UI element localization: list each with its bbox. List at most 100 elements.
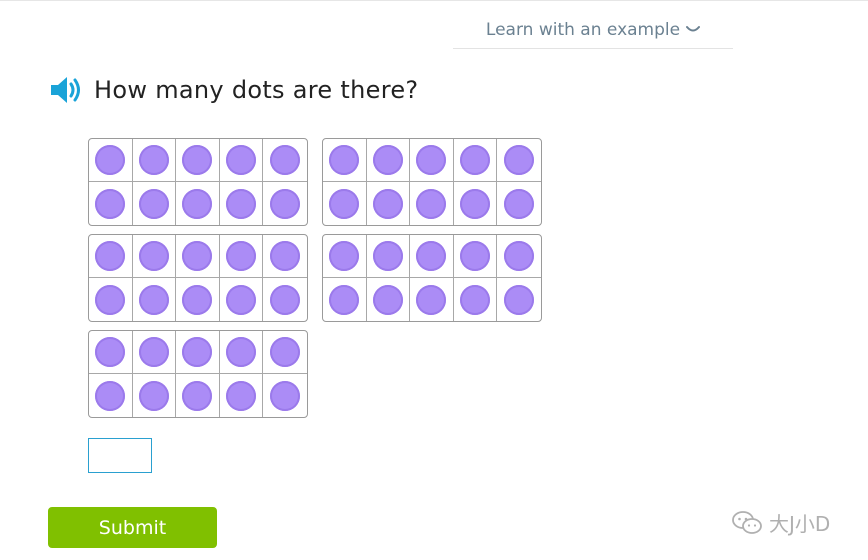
purple-dot: [416, 145, 447, 175]
ten-frame-cell: [263, 235, 307, 278]
ten-frame-cell: [497, 235, 541, 278]
ten-frame-cell: [367, 278, 411, 321]
purple-dot: [226, 188, 257, 219]
ten-frame-cell: [132, 331, 177, 374]
purple-dot: [372, 241, 403, 271]
purple-dot: [138, 380, 169, 411]
ten-frame-cell: [133, 374, 177, 417]
ten-frame-cell: [366, 139, 411, 182]
answer-input[interactable]: [88, 438, 152, 473]
purple-dot: [95, 284, 126, 315]
purple-dot: [182, 188, 213, 219]
purple-dot: [329, 284, 360, 315]
purple-dot: [138, 188, 169, 219]
purple-dot: [372, 188, 403, 219]
speaker-icon[interactable]: [48, 72, 84, 108]
ten-frame-grid: [89, 235, 307, 321]
ten-frame-cell: [323, 235, 367, 278]
purple-dot: [270, 145, 301, 175]
purple-dot: [504, 284, 535, 315]
ten-frame-cell: [89, 331, 133, 374]
purple-dot: [182, 337, 213, 367]
purple-dot: [226, 284, 257, 315]
ten-frame-cell: [453, 139, 498, 182]
ten-frame-cell: [263, 331, 307, 374]
page: Learn with an example How many dots are …: [0, 0, 868, 560]
purple-dot: [329, 241, 360, 271]
ten-frame-cell: [176, 278, 220, 321]
ten-frame-cell: [263, 374, 307, 417]
ten-frame-cell: [89, 139, 133, 182]
purple-dot: [182, 380, 213, 411]
purple-dot: [270, 284, 301, 315]
purple-dot: [95, 337, 126, 367]
ten-frame-cell: [89, 235, 133, 278]
ten-frame-grid: [89, 139, 307, 225]
purple-dot: [138, 145, 169, 175]
watermark-text: 大J小D: [769, 512, 831, 536]
ten-frame-grid: [323, 139, 541, 225]
purple-dot: [504, 241, 535, 271]
ten-frame: [322, 234, 542, 322]
ten-frame-cell: [323, 139, 367, 182]
ten-frame: [322, 138, 542, 226]
submit-button[interactable]: Submit: [48, 507, 217, 548]
purple-dot: [138, 241, 169, 271]
purple-dot: [504, 145, 535, 175]
ten-frame-cell: [89, 278, 133, 321]
top-divider: [0, 0, 868, 1]
ten-frame-cell: [176, 139, 220, 182]
watermark: 大J小D: [731, 508, 830, 537]
ten-frame-cell: [89, 182, 133, 225]
purple-dot: [416, 284, 447, 315]
question-row: How many dots are there?: [48, 72, 418, 108]
purple-dot: [226, 145, 257, 175]
purple-dot: [372, 145, 403, 175]
ten-frame-cell: [263, 139, 307, 182]
ten-frame-cell: [176, 374, 220, 417]
chevron-down-icon: [686, 26, 701, 32]
purple-dot: [329, 145, 360, 175]
purple-dot: [182, 241, 213, 271]
purple-dot: [504, 188, 535, 219]
ten-frame-cell: [453, 235, 498, 278]
ten-frame-cell: [176, 235, 220, 278]
purple-dot: [460, 241, 491, 271]
purple-dot: [460, 284, 491, 315]
ten-frames-area: [88, 138, 548, 422]
purple-dot: [460, 145, 491, 175]
purple-dot: [95, 188, 126, 219]
purple-dot: [95, 241, 126, 271]
ten-frame-cell: [497, 139, 541, 182]
ten-frame-cell: [367, 182, 411, 225]
ten-frame-cell: [219, 331, 264, 374]
purple-dot: [372, 284, 403, 315]
learn-with-example-label: Learn with an example: [485, 20, 681, 40]
ten-frame-cell: [263, 278, 307, 321]
purple-dot: [182, 284, 213, 315]
ten-frame-cell: [133, 182, 177, 225]
ten-frame-cell: [410, 235, 454, 278]
purple-dot: [95, 145, 126, 175]
question-text: How many dots are there?: [94, 76, 419, 104]
purple-dot: [138, 284, 169, 315]
learn-with-example-link[interactable]: Learn with an example: [453, 12, 733, 49]
ten-frame: [88, 234, 308, 322]
ten-frame-cell: [220, 278, 264, 321]
purple-dot: [226, 337, 257, 367]
ten-frame-cell: [497, 278, 541, 321]
ten-frame-cell: [89, 374, 133, 417]
ten-frame-cell: [132, 235, 177, 278]
purple-dot: [270, 337, 301, 367]
purple-dot: [270, 380, 301, 411]
ten-frame-grid: [89, 331, 307, 417]
ten-frame-cell: [410, 278, 454, 321]
ten-frame-cell: [263, 182, 307, 225]
purple-dot: [226, 241, 257, 271]
ten-frame-cell: [454, 182, 498, 225]
ten-frame-cell: [219, 235, 264, 278]
ten-frame-cell: [497, 182, 541, 225]
ten-frame-cell: [219, 139, 264, 182]
ten-frame-cell: [454, 278, 498, 321]
purple-dot: [182, 145, 213, 175]
